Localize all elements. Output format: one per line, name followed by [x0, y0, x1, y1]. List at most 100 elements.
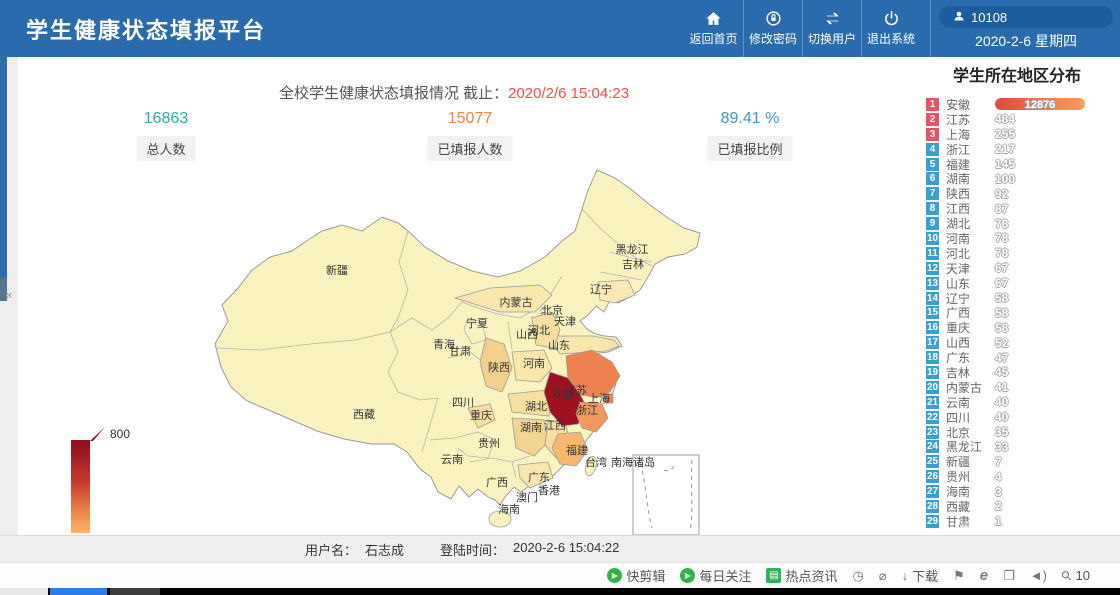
rank-badge: 12 [926, 262, 939, 275]
news-square-icon: ▤ [766, 568, 781, 583]
region-row[interactable]: 1安徽12876 [926, 97, 1120, 112]
province-label: 湖北 [525, 400, 547, 413]
province-label: 浙江 [576, 404, 598, 417]
download-icon: ↓ [902, 568, 909, 583]
region-panel: 学生所在地区分布 1安徽128762江苏4843上海2554浙江2175福建14… [924, 57, 1120, 535]
change-password-button[interactable]: 修改密码 [743, 0, 802, 57]
region-row[interactable]: 16重庆58 [926, 320, 1120, 335]
toolbar-item-label: 热点资讯 [785, 566, 837, 585]
power-icon [883, 10, 900, 27]
region-row[interactable]: 12天津67 [926, 261, 1120, 276]
region-row[interactable]: 10河南78 [926, 231, 1120, 246]
toolbar-item[interactable]: ⚲10 [1062, 568, 1090, 584]
province-label: 新疆 [326, 263, 348, 277]
region-row[interactable]: 4浙江217 [926, 142, 1120, 157]
toolbar-item[interactable]: ⌀ [879, 568, 887, 584]
region-row[interactable]: 8江西87 [926, 201, 1120, 216]
speaker-icon: ◄) [1030, 568, 1047, 583]
region-value: 3 [995, 485, 1002, 499]
stat-reported-value: 15077 [427, 110, 512, 128]
region-value: 217 [995, 142, 1015, 156]
province-label: 澳门 [516, 490, 538, 504]
region-row[interactable]: 20内蒙古41 [926, 380, 1120, 395]
region-value: 12876 [1025, 99, 1056, 111]
region-row[interactable]: 29甘肃1 [926, 514, 1120, 529]
home-button[interactable]: 返回首页 [684, 0, 743, 57]
province-label: 北京 [541, 303, 563, 317]
region-list: 1安徽128762江苏4843上海2554浙江2175福建1456湖南1007陕… [926, 97, 1120, 529]
home-icon [705, 10, 722, 27]
region-panel-title: 学生所在地区分布 [924, 62, 1110, 86]
toolbar-item[interactable]: ▶每日关注 [680, 566, 751, 585]
region-row[interactable]: 18广东47 [926, 350, 1120, 365]
stat-reported-label: 已填报人数 [427, 136, 512, 161]
region-row[interactable]: 14辽宁58 [926, 291, 1120, 306]
taskbar-segment-gray[interactable] [110, 588, 160, 595]
region-row[interactable]: 7陕西92 [926, 186, 1120, 201]
region-row[interactable]: 26贵州4 [926, 469, 1120, 484]
rank-badge: 13 [926, 277, 939, 290]
province-label: 宁夏 [466, 316, 488, 330]
region-row[interactable]: 13山东67 [926, 276, 1120, 291]
region-row[interactable]: 19吉林45 [926, 365, 1120, 380]
collapsed-sidebar[interactable] [0, 57, 7, 277]
province-label: 香港 [538, 484, 560, 497]
taskbar-strip[interactable] [0, 588, 1120, 595]
user-pill[interactable]: 10108 [939, 6, 1113, 28]
region-value: 4 [995, 470, 1002, 484]
region-row[interactable]: 22四川40 [926, 410, 1120, 425]
region-row[interactable]: 9湖北78 [926, 216, 1120, 231]
taskbar-segment-light[interactable] [0, 588, 48, 595]
region-row[interactable]: 6湖南100 [926, 171, 1120, 186]
logout-button[interactable]: 退出系统 [861, 0, 920, 57]
region-row[interactable]: 15广西58 [926, 305, 1120, 320]
province-label: 黑龙江 [616, 243, 649, 256]
rank-badge: 21 [926, 396, 939, 409]
toolbar-item[interactable]: ↓下载 [902, 566, 939, 585]
region-row[interactable]: 17山西52 [926, 335, 1120, 350]
region-row[interactable]: 28西藏2 [926, 499, 1120, 514]
region-value: 78 [995, 231, 1008, 245]
stat-ratio-value: 89.41 % [707, 110, 792, 128]
rank-badge: 19 [926, 366, 939, 379]
region-value: 1 [995, 514, 1002, 528]
speed-dial-icon: ◷ [852, 568, 863, 584]
switch-user-button[interactable]: 切换用户 [802, 0, 861, 57]
magnifier-icon: ⚲ [1058, 566, 1076, 584]
toolbar-item[interactable]: ◄) [1030, 568, 1047, 583]
status-bar: 用户名： 石志成 登陆时间： 2020-2-6 15:04:22 [0, 535, 1120, 562]
province-label: 云南 [441, 453, 463, 466]
taskbar-segment-blue[interactable] [50, 588, 107, 595]
region-row[interactable]: 3上海255 [926, 127, 1120, 142]
province-label: 广东 [528, 471, 550, 484]
region-row[interactable]: 24黑龙江33 [926, 439, 1120, 454]
lock-icon [765, 10, 782, 27]
stat-ratio-label: 已填报比例 [707, 136, 792, 161]
region-row[interactable]: 5福建145 [926, 157, 1120, 172]
toolbar-item[interactable]: ▶快剪辑 [607, 566, 665, 585]
stat-total-value: 16863 [136, 110, 195, 128]
toolbar-item[interactable]: ▤ 热点资讯 [766, 566, 837, 585]
stat-ratio: 89.41 % 已填报比例 [707, 110, 792, 161]
province-label: 台湾 [585, 455, 607, 469]
region-row[interactable]: 2江苏484 [926, 112, 1120, 127]
toolbar-item-label: 10 [1076, 568, 1090, 583]
region-row[interactable]: 11河北78 [926, 246, 1120, 261]
stat-reported: 15077 已填报人数 [427, 110, 512, 161]
region-row[interactable]: 27海南3 [926, 484, 1120, 499]
sidebar-collapse-toggle[interactable]: « [5, 287, 12, 302]
province-label: 甘肃 [449, 345, 471, 358]
region-row[interactable]: 25新疆7 [926, 454, 1120, 469]
region-value: 87 [995, 202, 1008, 216]
header-nav: 返回首页 修改密码 切换用户 退出系统 [684, 0, 920, 57]
toolbar-item[interactable]: e [980, 567, 988, 584]
province-label: 上海 [588, 391, 610, 405]
toolbar-item[interactable]: ⚑ [953, 568, 965, 584]
switch-user-icon [824, 10, 841, 27]
region-value: 100 [995, 172, 1015, 186]
region-value: 35 [995, 425, 1008, 439]
region-row[interactable]: 23北京35 [926, 425, 1120, 440]
toolbar-item[interactable]: ◷ [852, 568, 863, 584]
region-row[interactable]: 21云南40 [926, 395, 1120, 410]
toolbar-item[interactable]: ❐ [1003, 568, 1015, 584]
